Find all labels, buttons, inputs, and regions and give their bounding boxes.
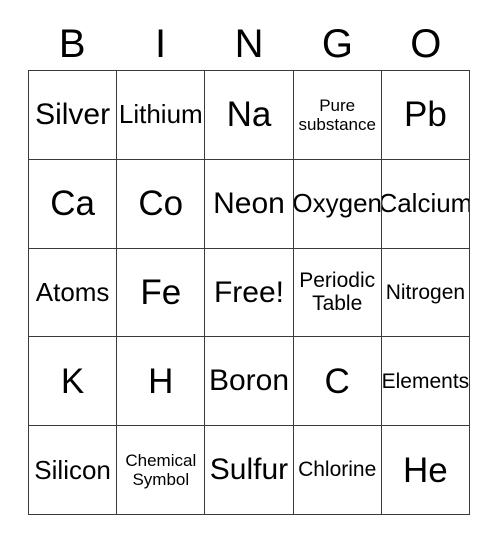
bingo-cell-r4c2[interactable]: H <box>117 337 206 427</box>
bingo-cell-r2c2[interactable]: Co <box>117 159 206 249</box>
bingo-cell-label: Silver <box>35 98 111 132</box>
bingo-cell-label: Lithium <box>118 99 203 130</box>
bingo-cell-r3c4[interactable]: Periodic Table <box>293 248 382 338</box>
bingo-cell-label: Free! <box>213 275 284 309</box>
bingo-cell-label: Periodic Table <box>299 268 376 316</box>
bingo-cell-r3c2[interactable]: Fe <box>117 248 206 338</box>
bingo-cell-r4c5[interactable]: Elements <box>381 337 470 427</box>
bingo-cell-label: Pb <box>403 95 447 135</box>
bingo-cell-r5c5[interactable]: He <box>381 426 470 515</box>
bingo-cell-label: Pure substance <box>298 95 376 134</box>
bingo-cell-label: K <box>60 361 85 401</box>
bingo-cell-label: Ca <box>50 184 95 224</box>
bingo-cell-label: C <box>324 361 350 401</box>
header-letter-n: N <box>234 22 264 66</box>
header-letter-g: G <box>321 22 353 66</box>
bingo-cell-label: Atoms <box>35 276 110 307</box>
bingo-cell-r1c5[interactable]: Pb <box>381 71 470 160</box>
bingo-cell-r1c1[interactable]: Silver <box>29 71 118 160</box>
bingo-cell-label: Chemical Symbol <box>125 451 197 490</box>
header-letter-i: I <box>155 22 167 66</box>
bingo-cell-label: Sulfur <box>209 453 289 487</box>
bingo-cell-r1c2[interactable]: Lithium <box>117 71 206 160</box>
bingo-cell-r5c4[interactable]: Chlorine <box>293 426 382 515</box>
bingo-cell-label: Nitrogen <box>385 280 466 304</box>
bingo-cell-r2c1[interactable]: Ca <box>29 159 118 249</box>
bingo-cell-label: H <box>148 361 174 401</box>
bingo-cell-label: Co <box>138 184 184 224</box>
bingo-cell-label: Fe <box>140 272 182 312</box>
bingo-cell-label: Boron <box>208 364 290 398</box>
bingo-cell-label: Silicon <box>34 454 111 485</box>
header-letter-b: B <box>58 22 86 66</box>
bingo-cell-r2c5[interactable]: Calcium <box>381 159 470 249</box>
bingo-cell-r2c4[interactable]: Oxygen <box>293 159 382 249</box>
bingo-cell-r4c4[interactable]: C <box>293 337 382 427</box>
bingo-cell-label: Calcium <box>381 188 470 219</box>
bingo-cell-label: Chlorine <box>298 458 377 482</box>
bingo-cell-label: He <box>403 450 448 490</box>
bingo-header: B I N G O <box>28 18 470 70</box>
bingo-cell-r5c3[interactable]: Sulfur <box>205 426 294 515</box>
bingo-cell-r3c3[interactable]: Free! <box>205 248 294 338</box>
bingo-cell-r2c3[interactable]: Neon <box>205 159 294 249</box>
bingo-cell-label: Na <box>226 95 272 135</box>
bingo-cell-r4c3[interactable]: Boron <box>205 337 294 427</box>
bingo-cell-label: Elements <box>381 369 470 393</box>
bingo-cell-r3c1[interactable]: Atoms <box>29 248 118 338</box>
bingo-cell-label: Neon <box>213 186 285 220</box>
bingo-cell-r3c5[interactable]: Nitrogen <box>381 248 470 338</box>
bingo-cell-r4c1[interactable]: K <box>29 337 118 427</box>
bingo-cell-r5c1[interactable]: Silicon <box>29 426 118 515</box>
header-letter-o: O <box>410 22 442 66</box>
bingo-cell-r1c3[interactable]: Na <box>205 71 294 160</box>
bingo-cell-r5c2[interactable]: Chemical Symbol <box>117 426 206 515</box>
bingo-card: B I N G O Silver Lithium Na Pure substance P… <box>0 0 500 544</box>
bingo-cell-r1c4[interactable]: Pure substance <box>293 71 382 160</box>
bingo-grid: Silver Lithium Na Pure substance Pb Ca Co Neon O… <box>28 70 470 515</box>
bingo-cell-label: Oxygen <box>293 188 382 219</box>
